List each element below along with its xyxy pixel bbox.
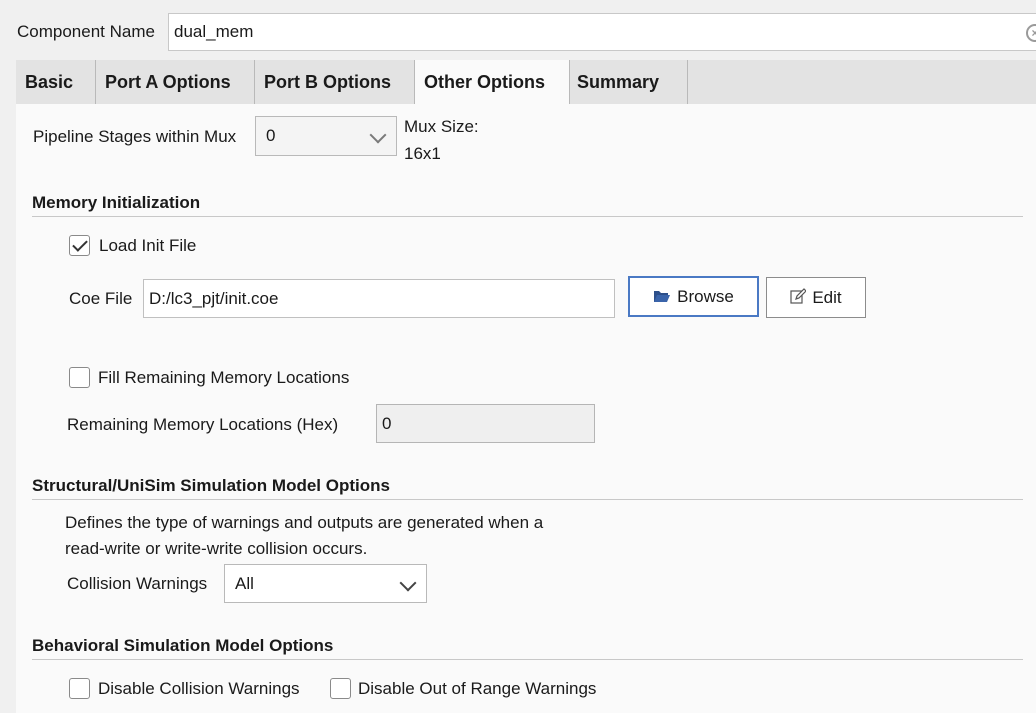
- tab-label: Port B Options: [264, 72, 391, 92]
- disable-range-warnings-checkbox[interactable]: [330, 678, 351, 699]
- fill-remaining-label: Fill Remaining Memory Locations: [98, 368, 350, 387]
- disable-range-warnings-label: Disable Out of Range Warnings: [358, 679, 597, 698]
- tab-label: Port A Options: [105, 72, 231, 92]
- load-init-file-checkbox[interactable]: [69, 235, 90, 256]
- browse-button[interactable]: Browse: [628, 276, 759, 317]
- behavioral-options-title: Behavioral Simulation Model Options: [32, 636, 334, 655]
- tab-basic[interactable]: Basic: [16, 60, 96, 104]
- edit-button[interactable]: Edit: [766, 277, 866, 318]
- collision-description-line1: Defines the type of warnings and outputs…: [65, 513, 544, 532]
- tab-other-options[interactable]: Other Options: [414, 60, 570, 104]
- chevron-down-icon: [399, 574, 417, 592]
- mux-size-value: 16x1: [404, 144, 441, 163]
- edit-button-label: Edit: [812, 288, 842, 307]
- coe-file-input[interactable]: D:/lc3_pjt/init.coe: [143, 279, 615, 318]
- pipeline-stages-value: 0: [266, 126, 276, 145]
- folder-open-icon: [653, 279, 671, 316]
- section-divider: [32, 659, 1023, 660]
- collision-description-line2: read-write or write-write collision occu…: [65, 539, 368, 558]
- tab-port-b-options[interactable]: Port B Options: [255, 60, 415, 104]
- component-name-input[interactable]: dual_mem: [168, 13, 1036, 51]
- structural-options-title: Structural/UniSim Simulation Model Optio…: [32, 476, 390, 495]
- component-name-label: Component Name: [17, 22, 155, 41]
- memory-initialization-title: Memory Initialization: [32, 193, 201, 212]
- load-init-file-label: Load Init File: [99, 236, 197, 255]
- section-divider: [32, 216, 1023, 217]
- pipeline-stages-select[interactable]: 0: [255, 116, 397, 156]
- remaining-memory-label: Remaining Memory Locations (Hex): [67, 415, 339, 434]
- tab-label: Basic: [25, 72, 74, 92]
- collision-warnings-value: All: [235, 574, 254, 593]
- remaining-memory-input[interactable]: 0: [376, 404, 595, 443]
- pipeline-stages-label: Pipeline Stages within Mux: [33, 127, 237, 146]
- fill-remaining-checkbox[interactable]: [69, 367, 90, 388]
- disable-collision-warnings-checkbox[interactable]: [69, 678, 90, 699]
- collision-warnings-label: Collision Warnings: [67, 574, 208, 593]
- tab-summary[interactable]: Summary: [568, 60, 688, 104]
- browse-button-label: Browse: [677, 287, 734, 306]
- coe-file-label: Coe File: [69, 289, 133, 308]
- tab-port-a-options[interactable]: Port A Options: [96, 60, 255, 104]
- disable-collision-warnings-label: Disable Collision Warnings: [98, 679, 300, 698]
- tab-label: Summary: [577, 72, 660, 92]
- chevron-down-icon: [369, 126, 387, 144]
- collision-warnings-select[interactable]: All: [224, 564, 427, 603]
- section-divider: [32, 499, 1023, 500]
- edit-icon: [790, 279, 808, 318]
- mux-size-label: Mux Size:: [404, 117, 479, 136]
- tab-label: Other Options: [424, 72, 545, 92]
